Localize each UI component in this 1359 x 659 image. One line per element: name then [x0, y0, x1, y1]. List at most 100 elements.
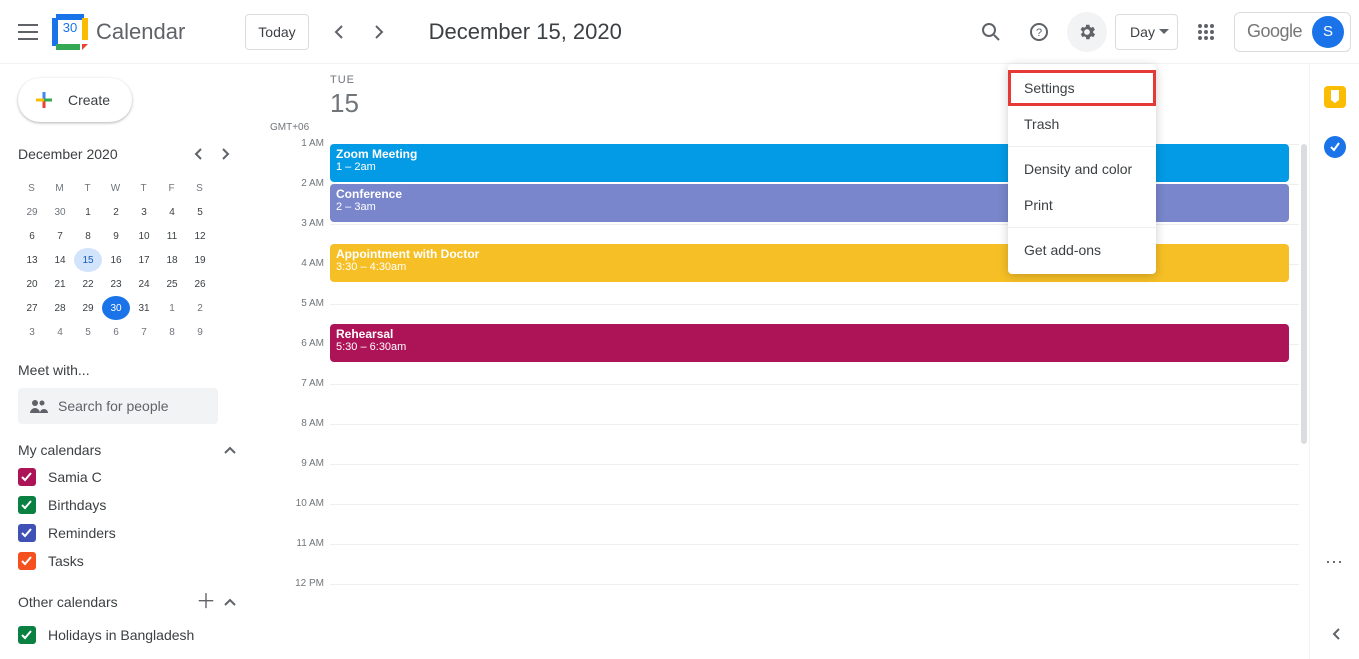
- mini-date-cell[interactable]: 18: [158, 248, 186, 272]
- mini-date-cell[interactable]: 4: [46, 320, 74, 344]
- hour-row[interactable]: [330, 584, 1299, 624]
- mini-date-cell[interactable]: 13: [18, 248, 46, 272]
- keep-icon[interactable]: [1324, 86, 1346, 108]
- mini-date-cell[interactable]: 17: [130, 248, 158, 272]
- plus-icon: [32, 88, 56, 112]
- today-button[interactable]: Today: [245, 14, 308, 50]
- calendar-label: Reminders: [48, 525, 116, 541]
- mini-date-cell[interactable]: 10: [130, 224, 158, 248]
- mini-date-cell[interactable]: 1: [74, 200, 102, 224]
- mini-date-cell[interactable]: 15: [74, 248, 102, 272]
- menu-item[interactable]: Get add-ons: [1008, 232, 1156, 268]
- hour-row[interactable]: [330, 544, 1299, 584]
- day-of-week: TUE: [330, 74, 1309, 86]
- mini-date-cell[interactable]: 30: [102, 296, 130, 320]
- mini-next-month[interactable]: [212, 140, 240, 168]
- settings-button[interactable]: [1067, 12, 1107, 52]
- calendar-item[interactable]: Tasks: [18, 552, 240, 570]
- mini-date-cell[interactable]: 8: [158, 320, 186, 344]
- mini-date-cell[interactable]: 9: [186, 320, 214, 344]
- add-other-calendar[interactable]: ＋: [192, 588, 220, 616]
- mini-date-cell[interactable]: 3: [130, 200, 158, 224]
- calendar-item[interactable]: Holidays in Bangladesh: [18, 626, 240, 644]
- mini-date-cell[interactable]: 7: [46, 224, 74, 248]
- calendar-checkbox[interactable]: [18, 524, 36, 542]
- hour-label: 2 AM: [282, 178, 324, 189]
- calendar-item[interactable]: Birthdays: [18, 496, 240, 514]
- mini-date-cell[interactable]: 6: [18, 224, 46, 248]
- mini-date-cell[interactable]: 8: [74, 224, 102, 248]
- menu-item[interactable]: Density and color: [1008, 151, 1156, 187]
- mini-date-cell[interactable]: 4: [158, 200, 186, 224]
- apps-grid-button[interactable]: [1186, 12, 1226, 52]
- mini-date-cell[interactable]: 26: [186, 272, 214, 296]
- mini-date-cell[interactable]: 29: [18, 200, 46, 224]
- mini-date-cell[interactable]: 12: [186, 224, 214, 248]
- calendar-checkbox[interactable]: [18, 496, 36, 514]
- mini-date-cell[interactable]: 29: [74, 296, 102, 320]
- calendar-item[interactable]: Samia C: [18, 468, 240, 486]
- next-day-button[interactable]: [359, 12, 399, 52]
- app-logo[interactable]: 30 Calendar: [52, 14, 185, 50]
- dropdown-icon: [1159, 29, 1169, 35]
- mini-date-cell[interactable]: 19: [186, 248, 214, 272]
- search-people-input[interactable]: Search for people: [18, 388, 218, 424]
- mini-date-cell[interactable]: 11: [158, 224, 186, 248]
- other-calendars-header[interactable]: Other calendars: [18, 594, 192, 610]
- scrollbar[interactable]: [1301, 144, 1307, 444]
- menu-item[interactable]: Print: [1008, 187, 1156, 223]
- menu-item[interactable]: Trash: [1008, 106, 1156, 142]
- mini-date-cell[interactable]: 28: [46, 296, 74, 320]
- hour-row[interactable]: [330, 464, 1299, 504]
- mini-date-cell[interactable]: 22: [74, 272, 102, 296]
- create-button[interactable]: Create: [18, 78, 132, 122]
- hour-row[interactable]: [330, 424, 1299, 464]
- logo-day-number: 30: [60, 20, 80, 35]
- search-button[interactable]: [971, 12, 1011, 52]
- view-select[interactable]: Day: [1115, 14, 1178, 50]
- hour-label: 1 AM: [282, 138, 324, 149]
- mini-date-cell[interactable]: 5: [74, 320, 102, 344]
- calendar-item[interactable]: Reminders: [18, 524, 240, 542]
- help-button[interactable]: ?: [1019, 12, 1059, 52]
- mini-date-cell[interactable]: 3: [18, 320, 46, 344]
- mini-date-cell[interactable]: 31: [130, 296, 158, 320]
- mini-date-cell[interactable]: 25: [158, 272, 186, 296]
- mini-prev-month[interactable]: [184, 140, 212, 168]
- side-panel-more[interactable]: ⋯: [1325, 552, 1343, 573]
- main-menu-icon[interactable]: [8, 12, 48, 52]
- calendar-checkbox[interactable]: [18, 626, 36, 644]
- mini-date-cell[interactable]: 20: [18, 272, 46, 296]
- mini-date-cell[interactable]: 1: [158, 296, 186, 320]
- menu-item[interactable]: Settings: [1008, 70, 1156, 106]
- calendar-checkbox[interactable]: [18, 552, 36, 570]
- hour-label: 9 AM: [282, 458, 324, 469]
- mini-date-cell[interactable]: 14: [46, 248, 74, 272]
- side-panel-expand[interactable]: [1331, 627, 1343, 641]
- mini-date-cell[interactable]: 2: [186, 296, 214, 320]
- mini-date-cell[interactable]: 7: [130, 320, 158, 344]
- my-calendars-header[interactable]: My calendars: [18, 442, 220, 458]
- mini-date-cell[interactable]: 24: [130, 272, 158, 296]
- mini-date-cell[interactable]: 23: [102, 272, 130, 296]
- mini-date-cell[interactable]: 16: [102, 248, 130, 272]
- calendar-label: Birthdays: [48, 497, 106, 513]
- google-account-button[interactable]: Google S: [1234, 12, 1351, 52]
- mini-date-cell[interactable]: 30: [46, 200, 74, 224]
- hour-row[interactable]: [330, 384, 1299, 424]
- mini-date-cell[interactable]: 6: [102, 320, 130, 344]
- my-calendars-toggle[interactable]: [220, 442, 240, 458]
- meet-with-label: Meet with...: [18, 362, 240, 378]
- mini-date-cell[interactable]: 9: [102, 224, 130, 248]
- calendar-checkbox[interactable]: [18, 468, 36, 486]
- settings-menu: SettingsTrash Density and colorPrint Get a…: [1008, 64, 1156, 274]
- mini-date-cell[interactable]: 27: [18, 296, 46, 320]
- calendar-event[interactable]: Rehearsal5:30 – 6:30am: [330, 324, 1289, 362]
- mini-date-cell[interactable]: 2: [102, 200, 130, 224]
- prev-day-button[interactable]: [319, 12, 359, 52]
- other-calendars-toggle[interactable]: [220, 594, 240, 610]
- tasks-icon[interactable]: [1324, 136, 1346, 158]
- hour-row[interactable]: [330, 504, 1299, 544]
- mini-date-cell[interactable]: 21: [46, 272, 74, 296]
- mini-date-cell[interactable]: 5: [186, 200, 214, 224]
